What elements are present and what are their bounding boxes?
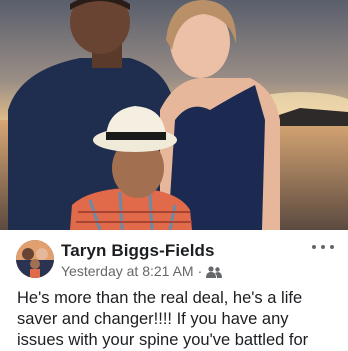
post-text: He's more than the real deal, he's a lif… [17,289,309,349]
post-header: Taryn Biggs-Fields Yesterday at 8:21 AM … [0,234,348,284]
post-meta: Yesterday at 8:21 AM · [61,263,223,279]
family-photo-image [0,0,348,230]
author-name[interactable]: Taryn Biggs-Fields [61,241,215,261]
timestamp[interactable]: Yesterday at 8:21 AM [61,263,194,279]
more-options-icon[interactable] [312,240,334,254]
friends-icon[interactable] [206,265,223,278]
avatar[interactable] [16,240,54,278]
separator: · [197,263,203,279]
post-photo[interactable] [0,0,348,230]
